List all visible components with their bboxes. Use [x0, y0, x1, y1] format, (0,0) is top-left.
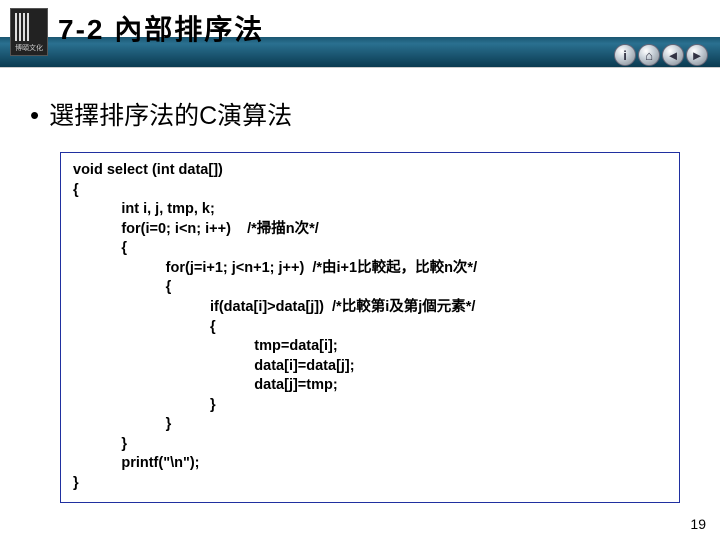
- next-icon[interactable]: ►: [686, 44, 708, 66]
- bullet-marker: •: [30, 102, 39, 128]
- code-line: for(j=i+1; j<n+1; j++): [166, 260, 305, 276]
- code-comment: /*由i+1比較起，比較n次*/: [312, 260, 477, 276]
- code-block: void select (int data[]) { int i, j, tmp…: [60, 152, 680, 503]
- code-comment: /*掃描n次*/: [247, 221, 319, 237]
- code-line: void select (int data[]): [73, 162, 223, 178]
- logo-caption: 博頤文化: [13, 43, 45, 53]
- nav-icon-group: i ⌂ ◄ ►: [614, 44, 708, 66]
- home-icon[interactable]: ⌂: [638, 44, 660, 66]
- code-line: {: [73, 182, 79, 198]
- page-number: 19: [690, 516, 706, 532]
- bullet-text: 選擇排序法的C演算法: [49, 96, 292, 132]
- code-line: {: [121, 240, 127, 256]
- bullet-item: • 選擇排序法的C演算法: [30, 96, 690, 132]
- publisher-logo: 博頤文化: [10, 8, 48, 56]
- code-line: {: [210, 319, 216, 335]
- code-line: }: [210, 397, 216, 413]
- code-line: }: [166, 416, 172, 432]
- code-line: }: [121, 436, 127, 452]
- slide-title: 7-2 內部排序法: [58, 8, 264, 48]
- code-line: printf("\n");: [121, 455, 199, 471]
- code-line: tmp=data[i];: [254, 338, 337, 354]
- code-comment: /*比較第i及第j個元素*/: [332, 299, 475, 315]
- code-line: }: [73, 475, 79, 491]
- code-line: data[i]=data[j];: [254, 358, 354, 374]
- code-line: if(data[i]>data[j]): [210, 299, 324, 315]
- code-line: for(i=0; i<n; i++): [121, 221, 231, 237]
- code-line: {: [166, 279, 172, 295]
- info-icon[interactable]: i: [614, 44, 636, 66]
- code-line: int i, j, tmp, k;: [121, 201, 214, 217]
- code-line: data[j]=tmp;: [254, 377, 337, 393]
- slide-header: 博頤文化 7-2 內部排序法 i ⌂ ◄ ►: [0, 0, 720, 68]
- slide-content: • 選擇排序法的C演算法 void select (int data[]) { …: [0, 68, 720, 513]
- prev-icon[interactable]: ◄: [662, 44, 684, 66]
